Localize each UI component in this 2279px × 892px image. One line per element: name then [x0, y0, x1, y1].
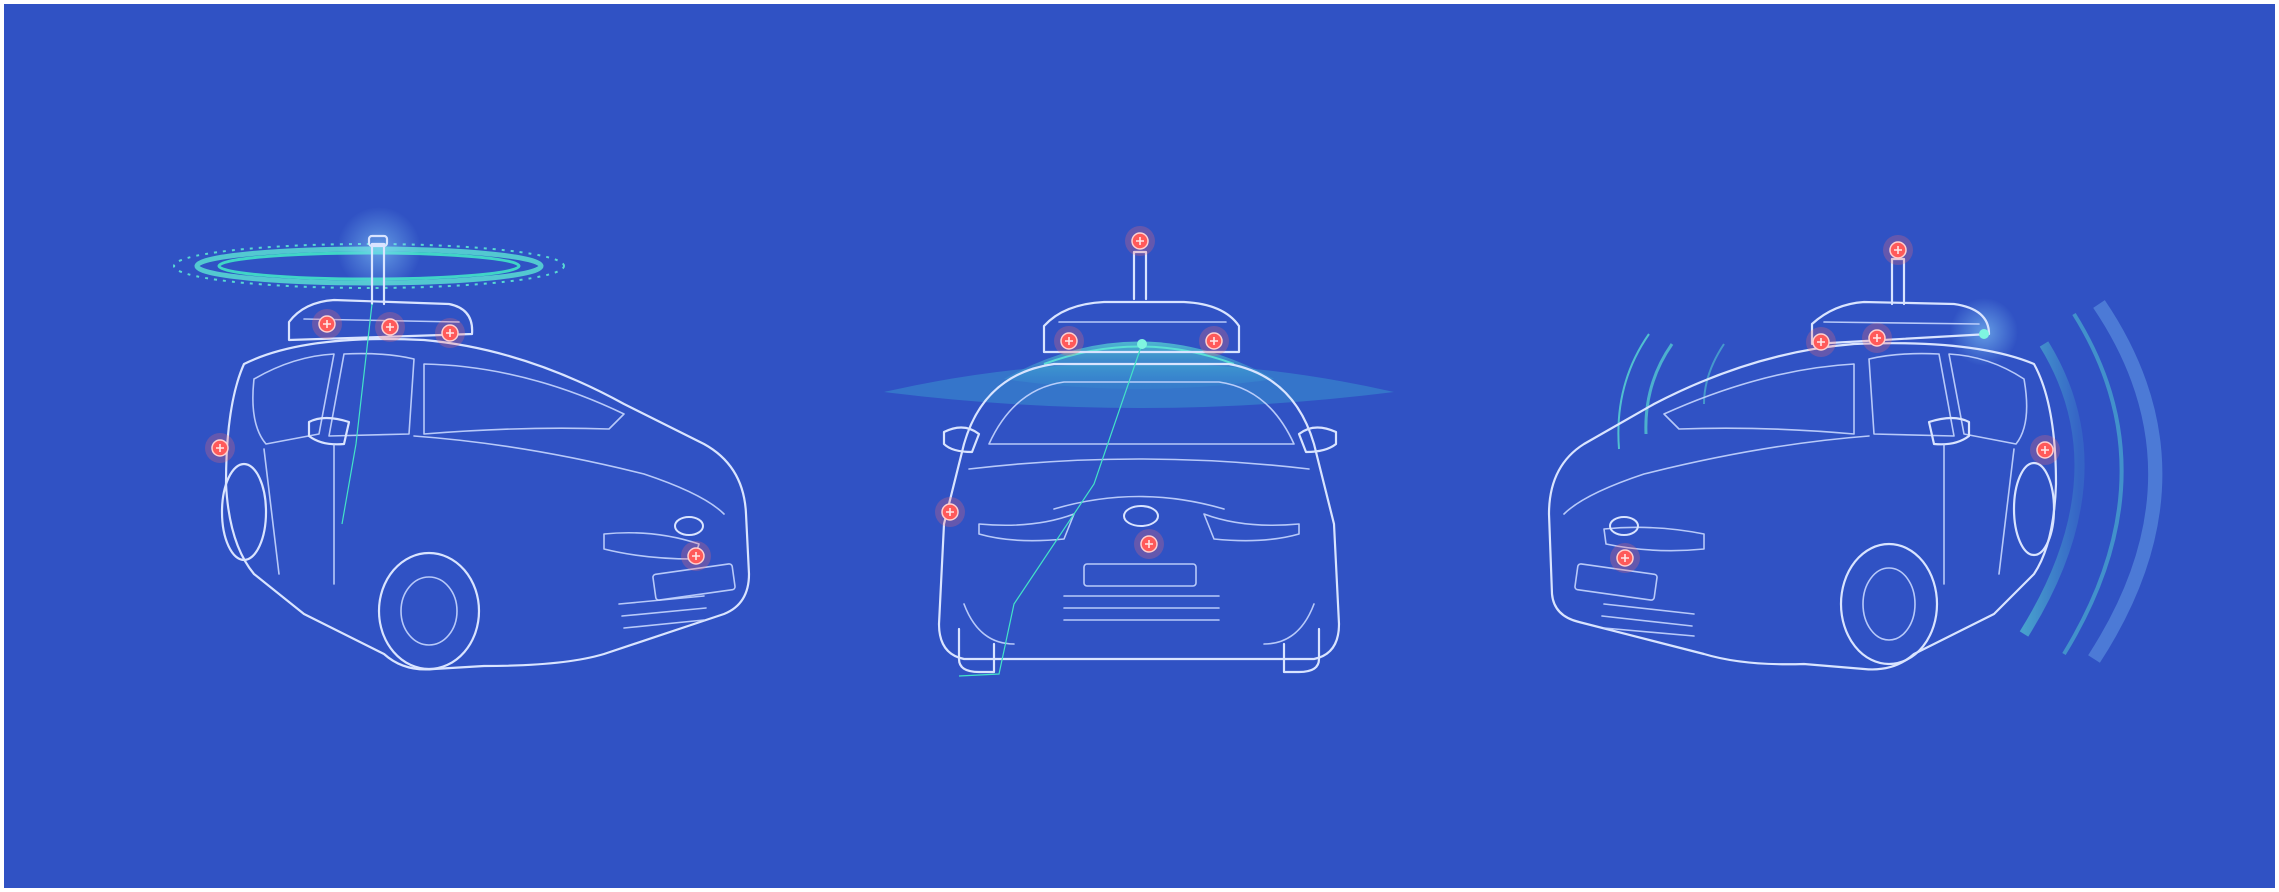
lidar-rings-effect: [173, 207, 565, 291]
sensor-marker: [1134, 529, 1164, 559]
sensor-car-illustration: [173, 207, 2163, 677]
sensor-marker: [1862, 323, 1892, 353]
sensor-marker: [375, 312, 405, 342]
sensor-marker: [1199, 326, 1229, 356]
sensor-marker: [1054, 326, 1084, 356]
car-front-view: [884, 226, 1394, 677]
car-left-three-quarter-view: [173, 207, 751, 671]
car-right-three-quarter-view: [1547, 235, 2163, 671]
sensor-marker: [2030, 435, 2060, 465]
sensor-marker: [312, 309, 342, 339]
illustration-canvas: [4, 4, 2275, 888]
sensor-marker: [681, 541, 711, 571]
sensor-marker: [1806, 327, 1836, 357]
sensor-marker: [1610, 543, 1640, 573]
sensor-marker: [205, 433, 235, 463]
side-radar-arcs-effect: [1617, 298, 2163, 663]
sensor-marker: [1125, 226, 1155, 256]
sensor-marker: [435, 318, 465, 348]
sensor-marker: [1883, 235, 1913, 265]
sensor-marker: [935, 497, 965, 527]
